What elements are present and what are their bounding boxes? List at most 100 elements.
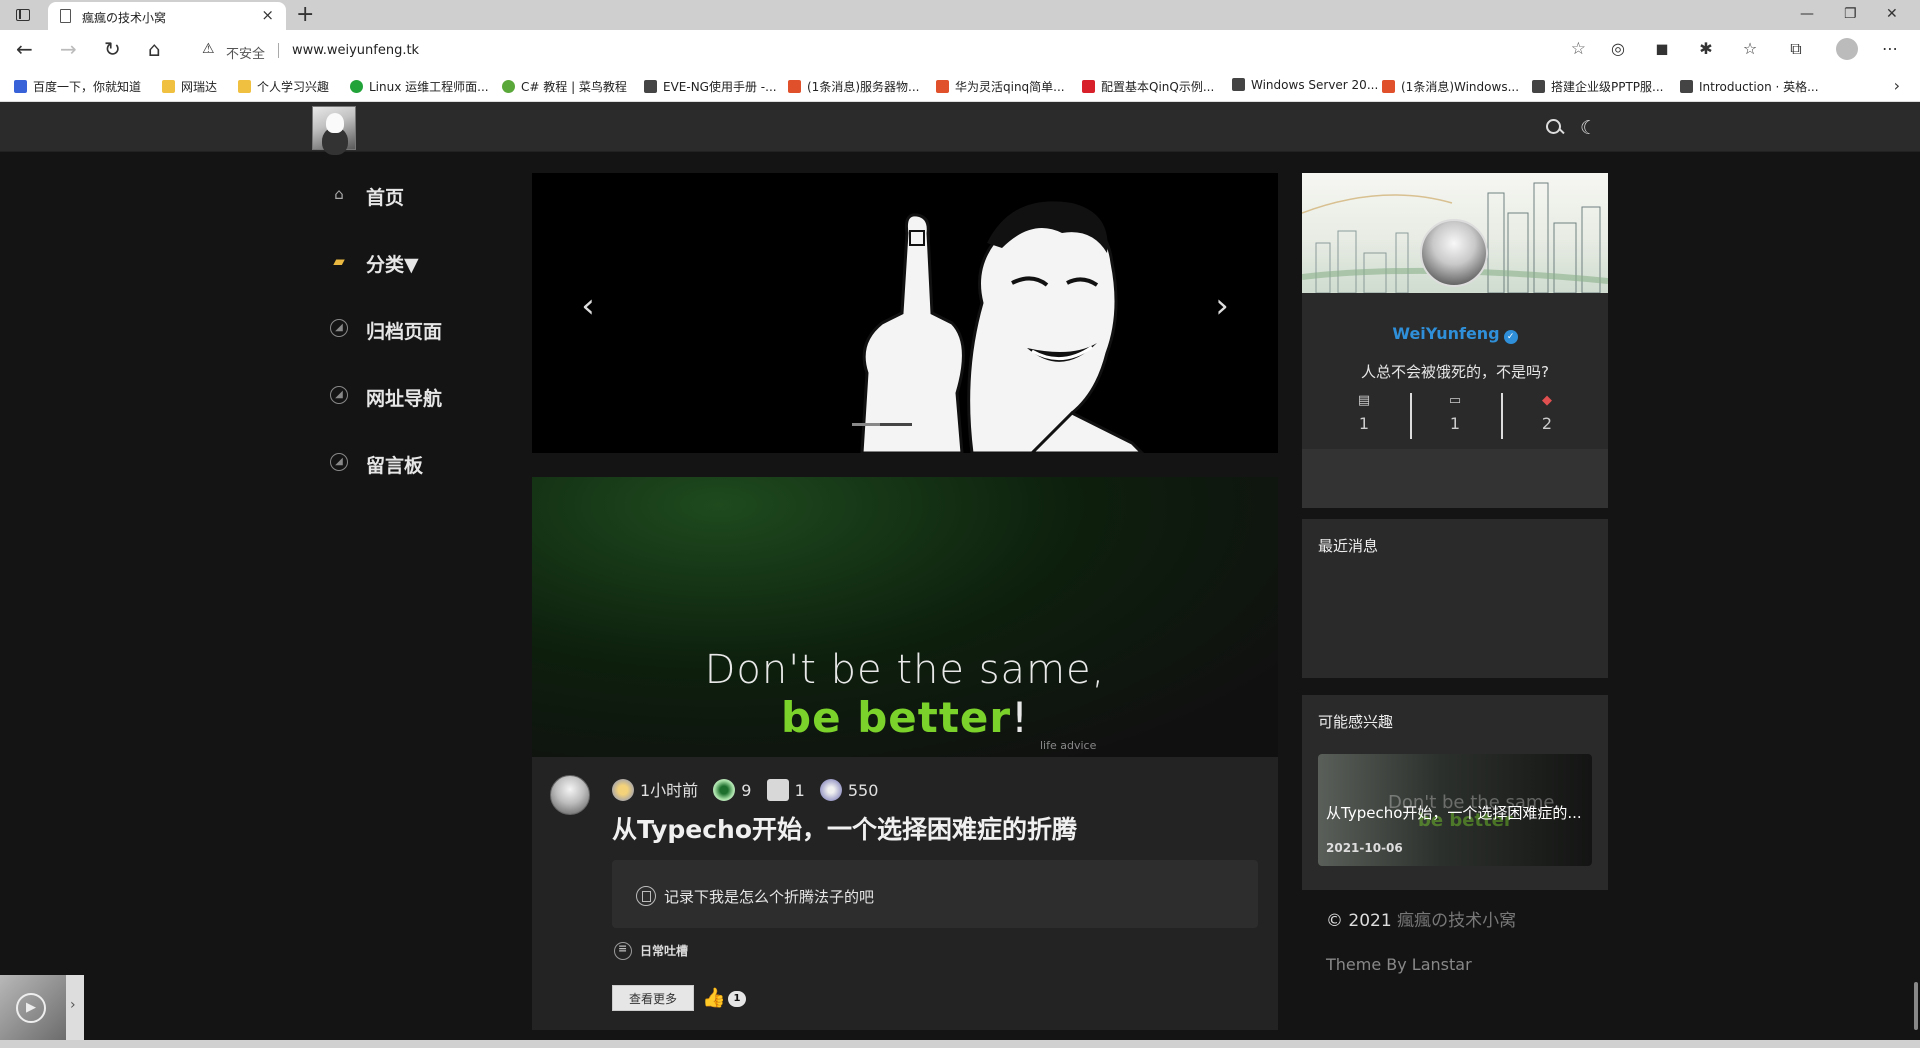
profile-avatar-icon[interactable]	[1836, 38, 1858, 60]
bookmark-item[interactable]: 百度一下，你就知道	[14, 78, 141, 95]
eye-icon	[713, 779, 736, 801]
profile-avatar[interactable]	[1420, 219, 1488, 287]
stat-comments[interactable]: ▭ 1	[1409, 391, 1501, 433]
recommended-post[interactable]: Don't be the same, be better 从Typecho开始，…	[1318, 754, 1592, 866]
url-text[interactable]: www.weiyunfeng.tk	[292, 43, 419, 58]
post-meta: 1小时前 9 1 550	[612, 777, 888, 801]
divider	[278, 43, 279, 58]
back-icon[interactable]: ←	[16, 38, 33, 60]
clock-icon	[612, 779, 634, 801]
bookmark-item[interactable]: 配置基本QinQ示例...	[1082, 78, 1214, 95]
tag-icon: ◆	[1542, 393, 1552, 408]
cube-icon	[819, 779, 842, 801]
bookmark-item[interactable]: C# 教程 | 菜鸟教程	[502, 78, 627, 95]
bookmark-icon	[1082, 80, 1095, 93]
nav-item-links[interactable]: ◢ 网址导航	[320, 376, 520, 443]
excerpt-text: 记录下我是怎么个折腾法子的吧	[664, 888, 875, 906]
recent-messages-widget: 最近消息	[1302, 519, 1608, 678]
like-count: 1	[728, 991, 746, 1007]
theme-credit[interactable]: Theme By Lanstar	[1326, 955, 1472, 974]
extensions-icon[interactable]: ✱	[1696, 39, 1716, 59]
post-card: Don't be the same, be better! life advic…	[532, 477, 1278, 1030]
address-bar[interactable]: ⚠ 不安全 www.weiyunfeng.tk ☆	[194, 34, 1594, 66]
add-favorite-icon[interactable]: ☆	[1571, 39, 1586, 59]
nav-label: 网址导航	[366, 388, 443, 410]
dark-mode-icon[interactable]: ☾	[1580, 118, 1600, 138]
tab-actions-icon[interactable]	[16, 9, 30, 21]
bookmark-item[interactable]: 华为灵活qinq简单...	[936, 78, 1065, 95]
chevron-right-icon[interactable]: ›	[70, 997, 76, 1013]
nav-item-home[interactable]: ⌂ 首页	[320, 175, 520, 242]
cover-quote-line2: be better!	[781, 693, 1029, 742]
close-window-icon[interactable]: ✕	[1886, 6, 1898, 22]
bookmark-item[interactable]: (1条消息)Windows...	[1382, 78, 1519, 95]
bookmark-item[interactable]: Linux 运维工程师面...	[350, 78, 489, 95]
close-tab-icon[interactable]: ×	[261, 7, 274, 23]
forward-icon[interactable]: →	[60, 38, 77, 60]
bookmark-icon	[788, 80, 801, 93]
page-scrollbar[interactable]	[1910, 152, 1920, 1042]
extension-circle-icon[interactable]: ◎	[1608, 39, 1628, 59]
favorites-icon[interactable]: ☆	[1740, 39, 1760, 59]
post-comments: 1	[766, 779, 805, 801]
carousel-indicator[interactable]	[852, 423, 912, 426]
stat-posts[interactable]: ▤ 1	[1318, 391, 1410, 433]
hero-carousel[interactable]: ‹ ›	[532, 173, 1278, 453]
stat-tags[interactable]: ◆ 2	[1501, 391, 1593, 433]
site-logo[interactable]	[312, 106, 356, 150]
read-more-button[interactable]: 查看更多	[612, 985, 694, 1011]
bookmark-item[interactable]: Introduction · 英格...	[1680, 78, 1819, 95]
play-icon[interactable]: ▶	[16, 993, 46, 1023]
post-excerpt: 记录下我是怎么个折腾法子的吧	[612, 860, 1258, 928]
home-browser-icon[interactable]: ⌂	[148, 38, 161, 60]
like-icon[interactable]: 👍	[702, 987, 726, 1009]
refresh-icon[interactable]: ↻	[104, 38, 121, 60]
profile-footer	[1302, 449, 1608, 508]
carousel-next-icon[interactable]: ›	[1210, 286, 1234, 326]
minimize-icon[interactable]: —	[1800, 6, 1814, 22]
post-cover-image[interactable]: Don't be the same, be better! life advic…	[532, 477, 1278, 757]
site-name-link[interactable]: 瘋瘋の技术小窝	[1397, 911, 1516, 931]
browser-tab-active[interactable]: 瘋瘋の技术小窝 ×	[48, 2, 286, 30]
collections-icon[interactable]: ⧉	[1786, 39, 1806, 59]
carousel-prev-icon[interactable]: ‹	[576, 286, 600, 326]
post-words: 550	[819, 779, 878, 801]
bookmark-icon	[1680, 80, 1693, 93]
page-icon	[60, 9, 71, 23]
chevron-right-icon[interactable]: ›	[1894, 76, 1900, 95]
bookmark-item[interactable]: 个人学习兴趣	[238, 78, 329, 95]
warning-icon[interactable]: ⚠	[202, 41, 215, 57]
scrollbar-thumb[interactable]	[1914, 982, 1918, 1030]
category-icon	[614, 942, 632, 960]
restore-icon[interactable]: ❐	[1844, 6, 1857, 22]
widget-title: 可能感兴趣	[1318, 713, 1394, 731]
profile-card: WeiYunfeng ✓ 人总不会被饿死的，不是吗? ▤ 1 ▭ 1 ◆ 2	[1302, 173, 1608, 508]
insecure-label[interactable]: 不安全	[226, 43, 265, 62]
more-menu-icon[interactable]: ⋯	[1880, 39, 1900, 59]
nav-label: 首页	[366, 187, 405, 209]
nav-item-guestbook[interactable]: ◢ 留言板	[320, 443, 520, 510]
verified-icon: ✓	[1503, 330, 1518, 344]
author-avatar[interactable]	[550, 775, 590, 815]
bookmark-item[interactable]: Windows Server 20...	[1232, 78, 1378, 92]
post-category[interactable]: 日常吐槽	[614, 942, 688, 960]
bookmark-item[interactable]: (1条消息)服务器物...	[788, 78, 919, 95]
bookmark-icon	[1382, 80, 1395, 93]
bookmark-item[interactable]: 网瑞达	[162, 78, 217, 95]
bookmark-item[interactable]: 搭建企业级PPTP服...	[1532, 78, 1663, 95]
profile-motto: 人总不会被饿死的，不是吗?	[1361, 363, 1549, 381]
bookmark-item[interactable]: EVE-NG使用手册 -...	[644, 78, 777, 95]
bookmark-icon	[936, 80, 949, 93]
home-icon: ⌂	[334, 185, 344, 203]
bookmark-icon	[1232, 78, 1245, 91]
extension-mask-icon[interactable]: ◼	[1652, 39, 1672, 59]
post-title[interactable]: 从Typecho开始，一个选择困难症的折腾	[612, 810, 1077, 846]
comment-icon: ▭	[1448, 393, 1462, 408]
nav-item-archive[interactable]: ◢ 归档页面	[320, 309, 520, 376]
nav-item-category[interactable]: ▰ 分类▼	[320, 242, 520, 309]
cover-quote-line1: Don't be the same,	[704, 647, 1106, 693]
document-icon: ▤	[1357, 393, 1371, 408]
new-tab-button[interactable]: +	[296, 2, 314, 28]
search-icon[interactable]	[1544, 118, 1564, 138]
profile-name[interactable]: WeiYunfeng ✓	[1302, 324, 1608, 344]
